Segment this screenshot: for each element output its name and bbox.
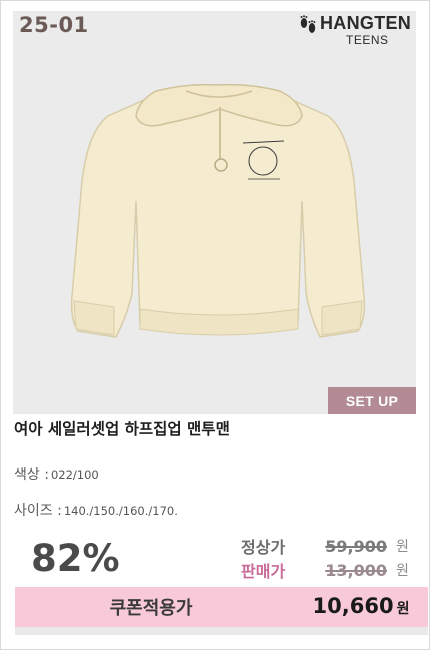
color-row: 색상 : 022/100	[14, 464, 99, 484]
product-image[interactable]: 25-01 HANGTEN TEENS SET UP	[13, 11, 416, 414]
brand-name: HANGTEN	[320, 13, 412, 33]
size-value: 140./150./160./170.	[63, 504, 178, 518]
coupon-price-currency: 원	[396, 601, 410, 617]
coupon-price-button[interactable]: 쿠폰적용가 10,660 원	[15, 587, 428, 627]
sale-price-currency: 원	[396, 563, 409, 579]
coupon-price-value: 10,660	[312, 594, 394, 618]
coupon-price: 10,660 원	[294, 587, 428, 627]
brand-sub: TEENS	[346, 33, 389, 47]
footprints-icon	[300, 15, 316, 33]
regular-price-currency: 원	[396, 539, 409, 555]
setup-badge: SET UP	[328, 387, 416, 414]
discount-rate: 82%	[31, 537, 120, 580]
sale-price-label: 판매가	[241, 562, 286, 581]
sale-price-value: 13,000	[325, 560, 387, 580]
product-card[interactable]: 25-01 HANGTEN TEENS SET UP 여아 세일러셋업 하프집업…	[0, 0, 430, 650]
product-code: 25-01	[19, 13, 89, 37]
color-label: 색상 :	[14, 467, 49, 483]
sweatshirt-image	[70, 83, 366, 338]
sale-price-row: 판매가 13,000 원	[241, 558, 409, 582]
size-row: 사이즈 : 140./150./160./170.	[14, 500, 178, 520]
coupon-label: 쿠폰적용가	[109, 598, 193, 619]
regular-price-row: 정상가 59,900 원	[241, 534, 409, 558]
product-title[interactable]: 여아 세일러셋업 하프집업 맨투맨	[14, 417, 230, 439]
color-value: 022/100	[50, 468, 99, 482]
regular-price-label: 정상가	[241, 538, 286, 557]
brand-logo: HANGTEN TEENS	[296, 13, 411, 47]
regular-price-value: 59,900	[325, 536, 387, 556]
size-label: 사이즈 :	[14, 503, 62, 519]
